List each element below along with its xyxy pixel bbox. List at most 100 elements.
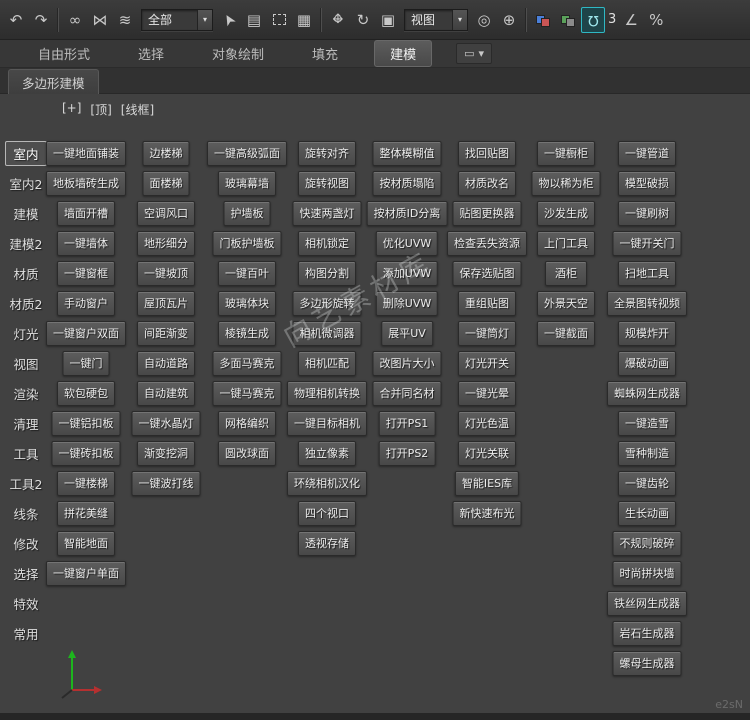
grid-button[interactable]: 展平UV bbox=[381, 321, 433, 346]
select-link-icon[interactable]: ∞ bbox=[63, 7, 87, 33]
grid-button[interactable]: 相机匹配 bbox=[298, 351, 356, 376]
grid-button[interactable]: 雪种制造 bbox=[618, 441, 676, 466]
sidebar-item-4[interactable]: 建模2 bbox=[5, 231, 47, 256]
grid-button[interactable]: 多面马赛克 bbox=[212, 351, 282, 376]
unlink-icon[interactable]: ⋈ bbox=[88, 7, 112, 33]
grid-button[interactable]: 检查丢失资源 bbox=[447, 231, 527, 256]
grid-button[interactable]: 智能地面 bbox=[57, 531, 115, 556]
grid-button[interactable]: 一键齿轮 bbox=[618, 471, 676, 496]
grid-button[interactable]: 一键铝扣板 bbox=[51, 411, 121, 436]
grid-button[interactable]: 保存选贴图 bbox=[452, 261, 522, 286]
grid-button[interactable]: 一键筒灯 bbox=[458, 321, 516, 346]
grid-button[interactable]: 多边形旋转 bbox=[292, 291, 362, 316]
grid-button[interactable]: 边楼梯 bbox=[142, 141, 190, 166]
grid-button[interactable]: 智能IES库 bbox=[454, 471, 520, 496]
grid-button[interactable]: 灯光开关 bbox=[458, 351, 516, 376]
grid-button[interactable]: 渐变挖洞 bbox=[137, 441, 195, 466]
grid-button[interactable]: 不规则破碎 bbox=[612, 531, 682, 556]
grid-button[interactable]: 整体模糊值 bbox=[372, 141, 442, 166]
coord-system-dropdown[interactable]: 视图 ▾ bbox=[404, 8, 468, 31]
grid-button[interactable]: 独立像素 bbox=[298, 441, 356, 466]
grid-button[interactable]: 一键百叶 bbox=[218, 261, 276, 286]
ribbon-tab-2[interactable]: 选择 bbox=[126, 40, 176, 67]
grid-button[interactable]: 自动建筑 bbox=[137, 381, 195, 406]
grid-button[interactable]: 酒柜 bbox=[545, 261, 587, 286]
viewport-general-menu[interactable]: [+] bbox=[62, 101, 81, 118]
percent-snap-icon[interactable]: % bbox=[644, 7, 668, 33]
grid-button[interactable]: 自动道路 bbox=[137, 351, 195, 376]
grid-button[interactable]: 爆破动画 bbox=[618, 351, 676, 376]
sidebar-item-17[interactable]: 常用 bbox=[5, 621, 47, 646]
scale-icon[interactable]: ▣ bbox=[376, 7, 400, 33]
sidebar-item-3[interactable]: 建模 bbox=[5, 201, 47, 226]
grid-button[interactable]: 蜘蛛网生成器 bbox=[607, 381, 687, 406]
rect-select-icon[interactable] bbox=[267, 7, 291, 33]
grid-button[interactable]: 一键波打线 bbox=[131, 471, 201, 496]
sidebar-item-8[interactable]: 视图 bbox=[5, 351, 47, 376]
ribbon-tab-4[interactable]: 填充 bbox=[300, 40, 350, 67]
grid-button[interactable]: 沙发生成 bbox=[537, 201, 595, 226]
grid-button[interactable]: 间距渐变 bbox=[137, 321, 195, 346]
grid-button[interactable]: 网格编织 bbox=[218, 411, 276, 436]
grid-button[interactable]: 环绕相机汉化 bbox=[287, 471, 367, 496]
grid-button[interactable]: 生长动画 bbox=[618, 501, 676, 526]
window-crossing-icon[interactable]: ▦ bbox=[292, 7, 316, 33]
grid-button[interactable]: 空调风口 bbox=[137, 201, 195, 226]
grid-button[interactable]: 一键坡顶 bbox=[137, 261, 195, 286]
undo-icon[interactable]: ↶ bbox=[4, 7, 28, 33]
grid-button[interactable]: 圆改球面 bbox=[218, 441, 276, 466]
grid-button[interactable]: 材质改名 bbox=[458, 171, 516, 196]
grid-button[interactable]: 拼花美缝 bbox=[57, 501, 115, 526]
viewport-view-menu[interactable]: [顶] bbox=[90, 101, 111, 118]
grid-button[interactable]: 按材质塌陷 bbox=[372, 171, 442, 196]
grid-button[interactable]: 手动窗户 bbox=[57, 291, 115, 316]
grid-button[interactable]: 屋顶瓦片 bbox=[137, 291, 195, 316]
select-manipulate-icon[interactable]: ⊕ bbox=[497, 7, 521, 33]
grid-button[interactable]: 一键目标相机 bbox=[287, 411, 367, 436]
grid-button[interactable]: 快速两盏灯 bbox=[292, 201, 362, 226]
grid-button[interactable]: 贴图更换器 bbox=[452, 201, 522, 226]
grid-button[interactable]: 四个视口 bbox=[298, 501, 356, 526]
grid-button[interactable]: 一键墙体 bbox=[57, 231, 115, 256]
layer-explorer-icon[interactable] bbox=[531, 7, 555, 33]
grid-button[interactable]: 相机锁定 bbox=[298, 231, 356, 256]
grid-button[interactable]: 一键楼梯 bbox=[57, 471, 115, 496]
grid-button[interactable]: 螺母生成器 bbox=[612, 651, 682, 676]
grid-button[interactable]: 合并同名材 bbox=[372, 381, 442, 406]
grid-button[interactable]: 一键开关门 bbox=[612, 231, 682, 256]
sidebar-item-6[interactable]: 材质2 bbox=[5, 291, 47, 316]
mirror-icon[interactable] bbox=[556, 7, 580, 33]
grid-button[interactable]: 一键橱柜 bbox=[537, 141, 595, 166]
grid-button[interactable]: 旋转视图 bbox=[298, 171, 356, 196]
grid-button[interactable]: 地板墙砖生成 bbox=[46, 171, 126, 196]
grid-button[interactable]: 铁丝网生成器 bbox=[607, 591, 687, 616]
sidebar-item-9[interactable]: 渲染 bbox=[5, 381, 47, 406]
grid-button[interactable]: 打开PS2 bbox=[378, 441, 436, 466]
grid-button[interactable]: 一键窗框 bbox=[57, 261, 115, 286]
redo-icon[interactable]: ↷ bbox=[29, 7, 53, 33]
select-by-name-icon[interactable]: ▤ bbox=[242, 7, 266, 33]
grid-button[interactable]: 门板护墙板 bbox=[212, 231, 282, 256]
move-icon[interactable]: ↔ ↕ bbox=[326, 7, 350, 33]
sidebar-item-11[interactable]: 工具 bbox=[5, 441, 47, 466]
grid-button[interactable]: 玻璃体块 bbox=[218, 291, 276, 316]
grid-button[interactable]: 一键水晶灯 bbox=[131, 411, 201, 436]
grid-button[interactable]: 规模炸开 bbox=[618, 321, 676, 346]
grid-button[interactable]: 外景天空 bbox=[537, 291, 595, 316]
grid-button[interactable]: 面楼梯 bbox=[142, 171, 190, 196]
grid-button[interactable]: 护墙板 bbox=[223, 201, 271, 226]
grid-button[interactable]: 一键马赛克 bbox=[212, 381, 282, 406]
grid-button[interactable]: 一键窗户双面 bbox=[46, 321, 126, 346]
viewport-shading-menu[interactable]: [线框] bbox=[121, 101, 154, 118]
grid-button[interactable]: 全景图转视频 bbox=[607, 291, 687, 316]
grid-button[interactable]: 一键砖扣板 bbox=[51, 441, 121, 466]
sidebar-item-15[interactable]: 选择 bbox=[5, 561, 47, 586]
grid-button[interactable]: 一键地面铺装 bbox=[46, 141, 126, 166]
ribbon-tab-3[interactable]: 对象绘制 bbox=[200, 40, 276, 67]
grid-button[interactable]: 找回贴图 bbox=[458, 141, 516, 166]
grid-button[interactable]: 按材质ID分离 bbox=[366, 201, 448, 226]
grid-button[interactable]: 一键管道 bbox=[618, 141, 676, 166]
grid-button[interactable]: 一键造雪 bbox=[618, 411, 676, 436]
sidebar-item-2[interactable]: 室内2 bbox=[5, 171, 47, 196]
grid-button[interactable]: 优化UVW bbox=[375, 231, 439, 256]
